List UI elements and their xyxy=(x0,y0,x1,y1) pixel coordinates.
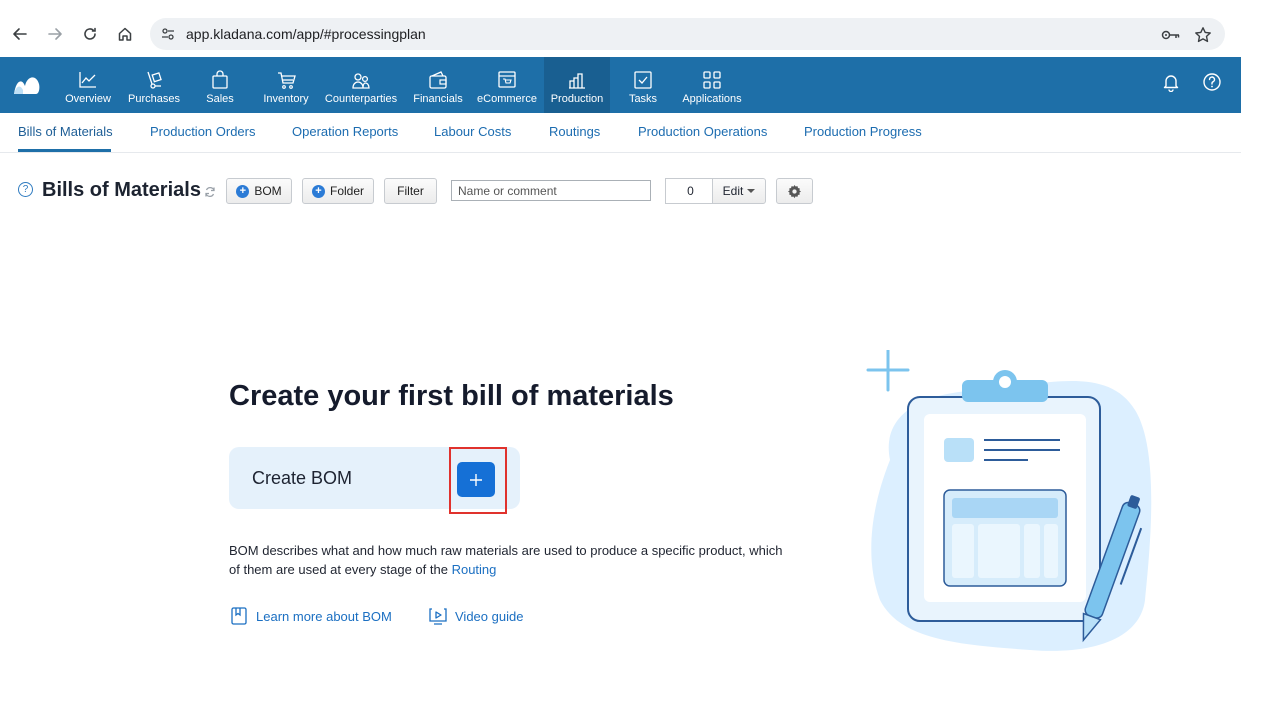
nav-item-production[interactable]: Production xyxy=(544,57,610,113)
help-icon[interactable] xyxy=(1200,70,1224,94)
nav-label: eCommerce xyxy=(477,93,537,105)
url-text: app.kladana.com/app/#processingplan xyxy=(186,26,426,42)
nav-label: Overview xyxy=(65,93,111,105)
book-icon xyxy=(231,607,247,625)
hand-truck-icon xyxy=(147,71,162,89)
nav-item-applications[interactable]: Applications xyxy=(678,57,746,113)
nav-label: Tasks xyxy=(628,93,658,105)
reload-icon[interactable] xyxy=(78,22,102,46)
refresh-icon[interactable] xyxy=(204,185,216,198)
chevron-down-icon xyxy=(747,189,756,193)
app-top-nav: Overview Purchases Sales Inventory Count… xyxy=(0,57,1241,113)
nav-item-purchases[interactable]: Purchases xyxy=(124,57,184,113)
subtab-labour-costs[interactable]: Labour Costs xyxy=(434,124,511,139)
nav-label: Applications xyxy=(682,93,742,105)
folder-button-label: Folder xyxy=(329,184,364,198)
create-bom-plus-button[interactable] xyxy=(457,462,495,497)
empty-state-heading: Create your first bill of materials xyxy=(229,380,674,412)
filter-button[interactable]: Filter xyxy=(384,178,437,204)
add-folder-button[interactable]: + Folder xyxy=(302,178,374,204)
back-arrow-icon[interactable] xyxy=(8,22,32,46)
nav-label: Financials xyxy=(413,93,463,105)
address-bar[interactable]: app.kladana.com/app/#processingplan xyxy=(150,18,1225,50)
clipboard-illustration xyxy=(860,348,1160,660)
video-guide-label: Video guide xyxy=(455,608,524,624)
subtab-production-operations[interactable]: Production Operations xyxy=(638,124,767,139)
nav-label: Sales xyxy=(206,93,234,105)
nav-item-counterparties[interactable]: Counterparties xyxy=(322,57,400,113)
video-play-icon xyxy=(429,608,447,625)
subtab-routings[interactable]: Routings xyxy=(549,124,600,139)
nav-label: Inventory xyxy=(263,93,309,105)
add-bom-button[interactable]: + BOM xyxy=(226,178,292,204)
checkbox-icon xyxy=(634,71,652,89)
gear-icon xyxy=(788,184,801,198)
selected-count: 0 xyxy=(665,178,715,204)
site-info-icon[interactable] xyxy=(160,26,176,42)
browser-toolbar: app.kladana.com/app/#processingplan xyxy=(0,0,1262,57)
plus-icon xyxy=(470,473,482,486)
routing-link[interactable]: Routing xyxy=(452,562,497,577)
nav-item-financials[interactable]: Financials xyxy=(410,57,466,113)
plus-circle-icon: + xyxy=(236,184,250,198)
edit-dropdown-button[interactable]: Edit xyxy=(712,178,766,204)
filter-button-label: Filter xyxy=(397,184,424,198)
edit-button-label: Edit xyxy=(722,184,744,198)
kladana-logo-icon[interactable] xyxy=(12,72,42,96)
cart-icon xyxy=(278,72,296,89)
apps-grid-icon xyxy=(703,71,721,89)
page-help-icon[interactable]: ? xyxy=(18,182,33,197)
subtab-operation-reports[interactable]: Operation Reports xyxy=(292,124,398,139)
nav-item-overview[interactable]: Overview xyxy=(62,57,114,113)
page-title: Bills of Materials xyxy=(42,179,201,201)
bell-icon[interactable] xyxy=(1159,70,1183,94)
nav-item-tasks[interactable]: Tasks xyxy=(620,57,666,113)
password-key-icon[interactable] xyxy=(1160,24,1182,46)
chart-line-icon xyxy=(79,72,96,88)
create-bom-label: Create BOM xyxy=(252,468,353,488)
learn-more-link[interactable]: Learn more about BOM xyxy=(229,606,392,626)
nav-label: Purchases xyxy=(128,93,180,105)
storefront-icon xyxy=(498,71,516,88)
bom-description: BOM describes what and how much raw mate… xyxy=(229,541,789,579)
nav-item-ecommerce[interactable]: eCommerce xyxy=(474,57,540,113)
plus-circle-icon: + xyxy=(311,184,325,198)
video-guide-link[interactable]: Video guide xyxy=(428,606,523,626)
factory-icon xyxy=(569,73,585,89)
wallet-icon xyxy=(429,71,447,89)
bookmark-star-icon[interactable] xyxy=(1192,24,1214,46)
home-icon[interactable] xyxy=(113,22,137,46)
bom-description-text: BOM describes what and how much raw mate… xyxy=(229,543,783,577)
shopping-bag-icon xyxy=(212,70,228,89)
subtab-bills-of-materials[interactable]: Bills of Materials xyxy=(18,124,113,139)
create-bom-card[interactable]: Create BOM xyxy=(229,447,520,509)
nav-item-sales[interactable]: Sales xyxy=(196,57,244,113)
search-input[interactable] xyxy=(451,180,651,201)
learn-more-label: Learn more about BOM xyxy=(256,608,392,624)
sub-nav: Bills of Materials Production Orders Ope… xyxy=(0,113,1241,153)
nav-label: Production xyxy=(550,93,604,105)
nav-label: Counterparties xyxy=(324,93,398,105)
subtab-production-progress[interactable]: Production Progress xyxy=(804,124,922,139)
nav-item-inventory[interactable]: Inventory xyxy=(258,57,314,113)
forward-arrow-icon[interactable] xyxy=(43,22,67,46)
subtab-production-orders[interactable]: Production Orders xyxy=(150,124,256,139)
active-tab-indicator xyxy=(18,149,111,152)
settings-button[interactable] xyxy=(776,178,813,204)
bom-button-label: BOM xyxy=(254,184,282,198)
people-icon xyxy=(352,73,370,89)
